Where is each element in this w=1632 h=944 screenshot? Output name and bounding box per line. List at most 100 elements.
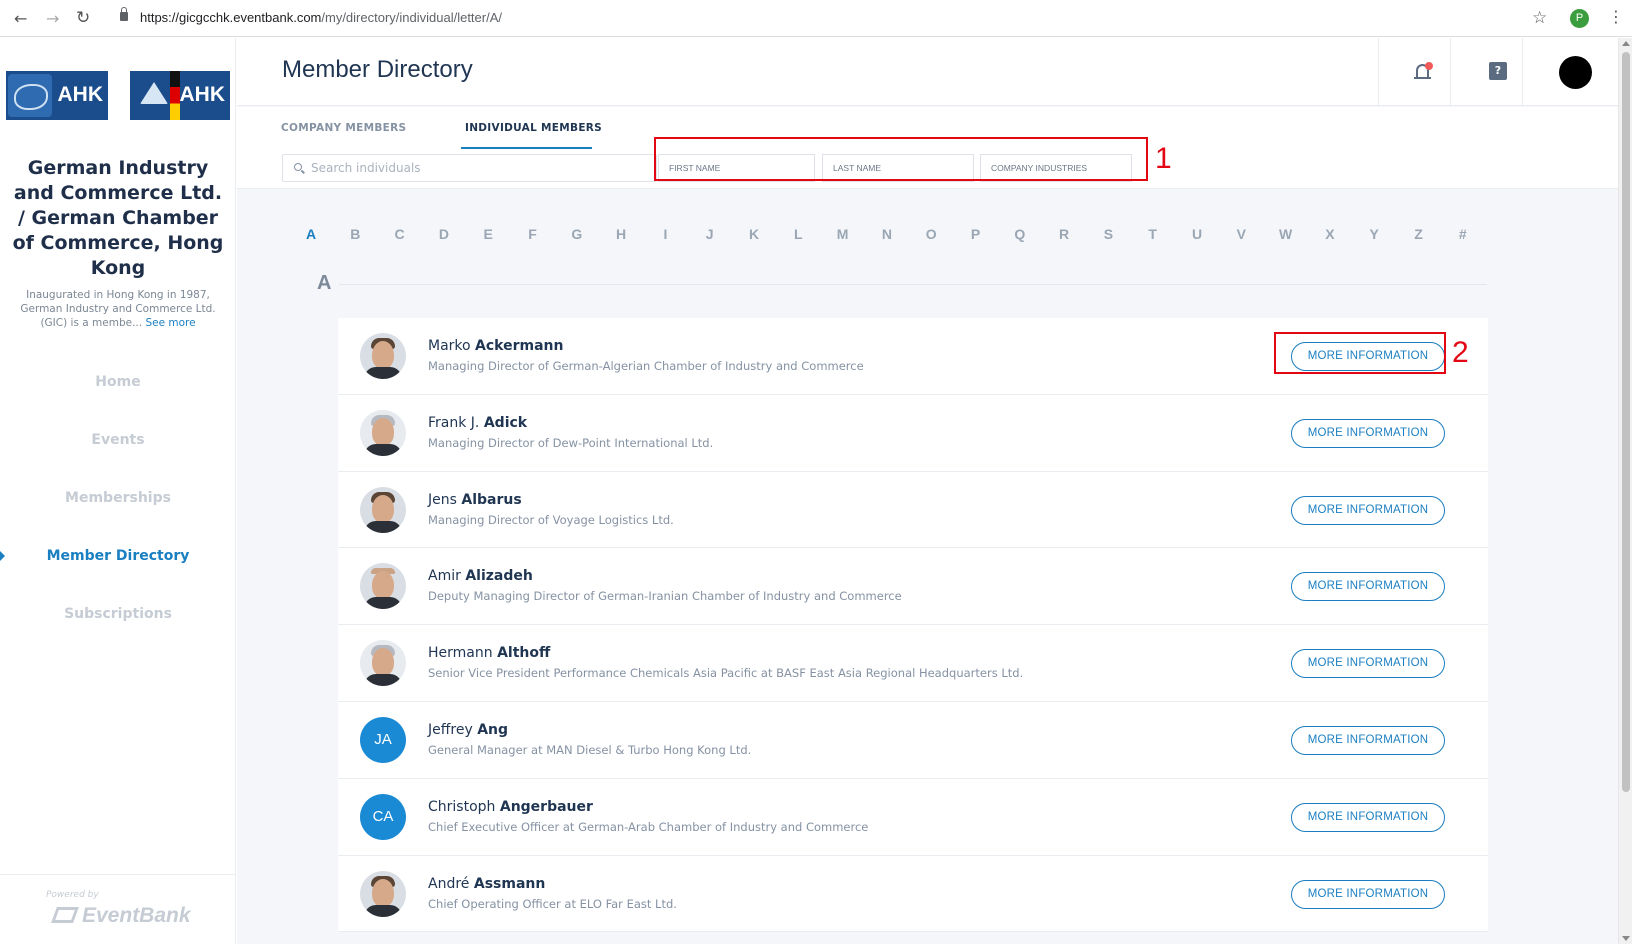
back-arrow-icon[interactable]: ← — [14, 9, 27, 28]
profile-avatar[interactable]: P — [1570, 9, 1589, 28]
more-information-button[interactable]: MORE INFORMATION — [1291, 802, 1445, 832]
section-divider — [339, 284, 1487, 285]
alphabet-letter[interactable]: J — [695, 226, 725, 242]
more-information-button[interactable]: MORE INFORMATION — [1291, 495, 1445, 525]
sidebar-divider — [0, 874, 236, 875]
alphabet-letter[interactable]: B — [340, 226, 370, 242]
notification-bell-icon[interactable] — [1412, 61, 1434, 83]
search-input[interactable]: Search individuals — [282, 154, 657, 182]
organization-description: Inaugurated in Hong Kong in 1987, German… — [18, 288, 218, 330]
alphabet-letter[interactable]: W — [1271, 226, 1301, 242]
ahk-logo-junk[interactable]: AHK — [130, 71, 230, 120]
member-name[interactable]: Frank J. Adick — [428, 415, 527, 431]
avatar-face — [372, 341, 394, 369]
alphabet-letter[interactable]: R — [1049, 226, 1079, 242]
alphabet-letter[interactable]: P — [961, 226, 991, 242]
browser-menu-icon[interactable]: ⋮ — [1608, 7, 1624, 26]
more-information-button[interactable]: MORE INFORMATION — [1291, 879, 1445, 909]
member-avatar[interactable] — [360, 563, 406, 610]
alphabet-letter[interactable]: L — [783, 226, 813, 242]
member-name[interactable]: André Assmann — [428, 876, 545, 892]
alphabet-letter[interactable]: I — [650, 226, 680, 242]
member-title: Managing Director of Dew-Point Internati… — [428, 435, 714, 450]
eventbank-mark-icon — [51, 907, 79, 923]
user-avatar[interactable] — [1559, 56, 1592, 89]
member-name[interactable]: Amir Alizadeh — [428, 568, 533, 584]
member-avatar[interactable]: JA — [360, 716, 406, 763]
member-first-name: Jeffrey — [428, 721, 473, 738]
reload-icon[interactable]: ↻ — [76, 8, 90, 28]
alphabet-letter[interactable]: V — [1226, 226, 1256, 242]
alphabet-letter[interactable]: Y — [1359, 226, 1389, 242]
alphabet-letter[interactable]: K — [739, 226, 769, 242]
alphabet-letter[interactable]: G — [562, 226, 592, 242]
member-row: JA Jeffrey Ang General Manager at MAN Dies… — [338, 702, 1488, 779]
sidebar-item-memberships[interactable]: Memberships — [0, 469, 236, 527]
member-avatar[interactable] — [360, 640, 406, 687]
member-avatar[interactable] — [360, 409, 406, 456]
alphabet-letter[interactable]: N — [872, 226, 902, 242]
sidebar-item-home[interactable]: Home — [0, 353, 236, 411]
alphabet-letter[interactable]: D — [429, 226, 459, 242]
sidebar-item-member-directory[interactable]: Member Directory — [0, 527, 236, 585]
more-information-button[interactable]: MORE INFORMATION — [1291, 418, 1445, 448]
search-icon — [294, 163, 302, 171]
sidebar-item-events[interactable]: Events — [0, 411, 236, 469]
forward-arrow-icon[interactable]: → — [46, 9, 59, 28]
member-last-name: Angerbauer — [499, 798, 593, 815]
alphabet-letter[interactable]: H — [606, 226, 636, 242]
member-title: Chief Operating Officer at ELO Far East … — [428, 896, 677, 911]
alphabet-letter[interactable]: S — [1093, 226, 1123, 242]
see-more-link[interactable]: See more — [145, 317, 195, 329]
member-title: Managing Director of Voyage Logistics Lt… — [428, 512, 674, 527]
alphabet-letter[interactable]: X — [1315, 226, 1345, 242]
sidebar: AHK AHK German Industry and Commerce Ltd… — [0, 38, 236, 944]
member-name[interactable]: Christoph Angerbauer — [428, 799, 593, 815]
eventbank-brand: EventBank — [82, 904, 191, 927]
scroll-down-icon[interactable] — [1622, 936, 1630, 941]
page-scrollbar[interactable] — [1618, 38, 1632, 944]
alphabet-letter[interactable]: M — [828, 226, 858, 242]
alphabet-letter[interactable]: O — [916, 226, 946, 242]
member-avatar[interactable]: CA — [360, 793, 406, 840]
scroll-up-icon[interactable] — [1622, 41, 1630, 46]
member-name[interactable]: Jeffrey Ang — [428, 722, 508, 738]
member-last-name: Althoff — [497, 645, 551, 662]
alphabet-letter[interactable]: T — [1138, 226, 1168, 242]
help-chat-icon[interactable]: ? — [1489, 62, 1507, 80]
alphabet-letter[interactable]: U — [1182, 226, 1212, 242]
alphabet-letter[interactable]: E — [473, 226, 503, 242]
member-name[interactable]: Hermann Althoff — [428, 645, 550, 661]
member-name[interactable]: Marko Ackermann — [428, 338, 563, 354]
avatar-suit — [364, 520, 402, 533]
bookmark-star-icon[interactable]: ☆ — [1532, 8, 1547, 28]
more-information-button[interactable]: MORE INFORMATION — [1291, 649, 1445, 679]
more-information-button[interactable]: MORE INFORMATION — [1291, 725, 1445, 755]
alphabet-letter[interactable]: C — [385, 226, 415, 242]
page-title: Member Directory — [282, 56, 473, 83]
scrollbar-thumb[interactable] — [1622, 52, 1630, 792]
member-avatar[interactable] — [360, 333, 406, 379]
alphabet-letter[interactable]: F — [518, 226, 548, 242]
alphabet-letter[interactable]: Z — [1404, 226, 1434, 242]
eventbank-logo[interactable]: EventBank — [51, 904, 191, 928]
address-bar[interactable]: https://gicgcchk.eventbank.com/my/direct… — [140, 10, 502, 25]
alphabet-letter[interactable]: A — [296, 226, 326, 242]
more-information-button[interactable]: MORE INFORMATION — [1291, 572, 1445, 602]
tab-individual-members[interactable]: INDIVIDUAL MEMBERS — [465, 122, 602, 134]
ahk-logo-dragon[interactable]: AHK — [6, 71, 108, 120]
dragon-emblem-icon — [8, 74, 52, 117]
member-last-name: Ang — [477, 721, 509, 738]
member-avatar[interactable] — [360, 870, 406, 917]
alphabet-letter[interactable]: Q — [1005, 226, 1035, 242]
member-first-name: André — [428, 875, 470, 892]
tab-company-members[interactable]: COMPANY MEMBERS — [281, 122, 406, 134]
organization-name: German Industry and Commerce Ltd. / Germ… — [12, 157, 224, 279]
member-avatar[interactable] — [360, 486, 406, 533]
avatar-face — [372, 878, 394, 907]
sidebar-item-subscriptions[interactable]: Subscriptions — [0, 585, 236, 643]
annotation-number-1: 1 — [1155, 142, 1172, 175]
alphabet-letter[interactable]: # — [1448, 226, 1478, 242]
member-name[interactable]: Jens Albarus — [428, 492, 522, 508]
annotation-box-2 — [1274, 332, 1446, 374]
